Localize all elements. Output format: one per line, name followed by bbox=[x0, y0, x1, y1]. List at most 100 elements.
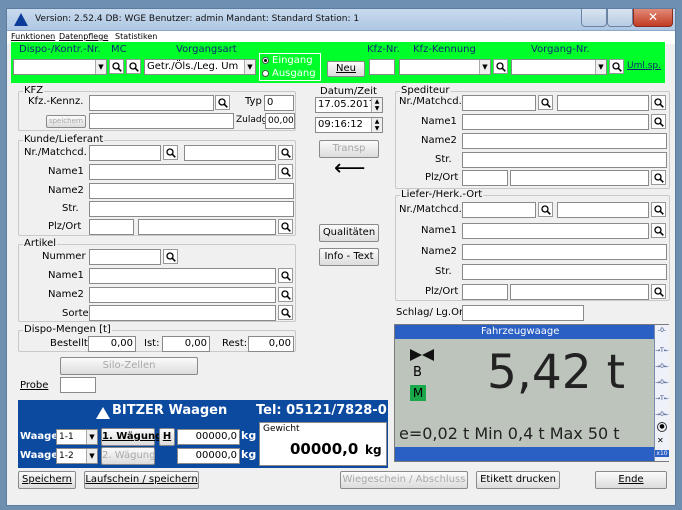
waage2-select[interactable]: 1-2 ▼ bbox=[56, 448, 98, 464]
search-icon[interactable] bbox=[278, 145, 293, 160]
spinner-icon[interactable]: ▲ ▼ bbox=[371, 118, 382, 132]
artikel-nummer-input[interactable] bbox=[89, 249, 161, 265]
liefer-match-input[interactable] bbox=[557, 202, 649, 218]
menu-statistiken[interactable]: Statistiken bbox=[115, 32, 157, 41]
ende-button[interactable]: Ende bbox=[595, 471, 667, 489]
info-text-button[interactable]: Info - Text bbox=[319, 248, 379, 266]
search-icon[interactable] bbox=[278, 305, 293, 320]
vorgangnr-select[interactable]: ▼ bbox=[511, 59, 607, 75]
minimize-button[interactable] bbox=[581, 9, 607, 27]
waegung2-button[interactable]: 2. Wägung bbox=[101, 447, 155, 465]
search-icon[interactable] bbox=[651, 284, 666, 299]
scale-title-bar: Fahrzeugwaage bbox=[395, 325, 654, 339]
sped-name1-input[interactable] bbox=[462, 114, 649, 130]
kfznr-input[interactable] bbox=[369, 59, 395, 75]
cancel-icon[interactable]: ✕ bbox=[657, 436, 664, 445]
search-icon[interactable] bbox=[278, 164, 293, 179]
kfz-kennz-input[interactable] bbox=[89, 95, 214, 111]
kunde-match-input[interactable] bbox=[184, 145, 276, 161]
time-input[interactable]: 09:16:12 ▲ ▼ bbox=[315, 117, 383, 133]
liefer-ort-input[interactable] bbox=[510, 284, 649, 300]
neu-button[interactable]: Neu bbox=[327, 61, 365, 77]
arrow-left-icon[interactable]: ⟵ bbox=[334, 158, 366, 180]
bestellt-value[interactable]: 0,00 bbox=[88, 336, 136, 352]
liefer-name1-input[interactable] bbox=[462, 223, 649, 239]
waegung1-button[interactable]: 1. Wägung bbox=[101, 428, 162, 446]
etikett-button[interactable]: Etikett drucken bbox=[476, 471, 560, 489]
umlsp-link[interactable]: Uml.sp. bbox=[627, 61, 661, 71]
wiegeschein-button[interactable]: Wiegeschein / Abschluss bbox=[340, 471, 468, 489]
close-button[interactable]: ✕ bbox=[633, 9, 673, 27]
search-icon[interactable] bbox=[538, 95, 553, 110]
laufschein-button[interactable]: Laufschein / speichern bbox=[84, 471, 199, 489]
zero-set-button-2[interactable]: →0← bbox=[655, 379, 669, 386]
search-icon[interactable] bbox=[538, 202, 553, 217]
search-icon[interactable] bbox=[651, 223, 666, 238]
search-icon[interactable] bbox=[278, 287, 293, 302]
ausgang-radio[interactable] bbox=[262, 70, 269, 77]
waage1-select[interactable]: 1-1 ▼ bbox=[56, 429, 98, 445]
liefer-nr-input[interactable] bbox=[462, 202, 536, 218]
kunde-name1-input[interactable] bbox=[89, 164, 276, 180]
schlag-input[interactable] bbox=[462, 305, 584, 321]
date-input[interactable]: 17.05.2017 ▲ ▼ bbox=[315, 97, 383, 113]
probe-label: Probe bbox=[20, 380, 49, 391]
search-icon[interactable] bbox=[215, 95, 230, 110]
sped-match-input[interactable] bbox=[557, 95, 649, 111]
sped-str-input[interactable] bbox=[462, 152, 667, 168]
search-icon[interactable] bbox=[651, 95, 666, 110]
typ-input[interactable]: 0 bbox=[264, 95, 294, 111]
search-icon[interactable] bbox=[278, 268, 293, 283]
search-icon[interactable] bbox=[109, 59, 124, 74]
silo-zellen-button[interactable]: Silo-Zellen bbox=[60, 357, 198, 375]
ist-value[interactable]: 0,00 bbox=[162, 336, 210, 352]
search-icon[interactable] bbox=[163, 249, 178, 264]
search-icon[interactable] bbox=[278, 219, 293, 234]
zero-set-button[interactable]: →0← bbox=[655, 363, 669, 370]
dispo-input[interactable]: ▼ bbox=[13, 59, 107, 75]
kunde-str-input[interactable] bbox=[89, 201, 294, 217]
zero-button[interactable]: -0- bbox=[655, 327, 669, 334]
spinner-icon[interactable]: ▲ ▼ bbox=[371, 98, 382, 112]
artikel-name2-input[interactable] bbox=[89, 287, 276, 303]
eingang-radio[interactable] bbox=[262, 57, 269, 64]
zuladg-input[interactable]: 00,00 bbox=[265, 113, 295, 129]
artikel-sorte-input[interactable] bbox=[89, 305, 276, 321]
hand-button[interactable]: H bbox=[159, 428, 175, 446]
menu-datenpflege[interactable]: Datenpflege bbox=[59, 32, 108, 41]
artikel-name1-input[interactable] bbox=[89, 268, 276, 284]
sped-nr-input[interactable] bbox=[462, 95, 536, 111]
tare-button-2[interactable]: →T← bbox=[655, 395, 669, 402]
zero-set-button-3[interactable]: →0← bbox=[655, 411, 669, 418]
search-icon[interactable] bbox=[651, 170, 666, 185]
rest-value[interactable]: 0,00 bbox=[248, 336, 294, 352]
menu-funktionen[interactable]: Funktionen bbox=[11, 32, 55, 41]
x10-button[interactable]: x10 bbox=[655, 450, 669, 457]
kfz-extra-input[interactable] bbox=[89, 113, 234, 129]
tare-button[interactable]: →T← bbox=[655, 347, 669, 354]
maximize-button[interactable] bbox=[607, 9, 633, 27]
kfz-speichern-button[interactable]: speichern bbox=[46, 115, 86, 128]
vorgangsart-select[interactable]: Getr./Öls./Leg. Um ▼ bbox=[144, 59, 256, 75]
search-icon[interactable] bbox=[651, 202, 666, 217]
kunde-nr-input[interactable] bbox=[89, 145, 161, 161]
search-icon[interactable] bbox=[609, 59, 624, 74]
kunde-ort-input[interactable] bbox=[138, 219, 276, 235]
sped-name2-input[interactable] bbox=[462, 133, 667, 149]
sped-plz-input[interactable] bbox=[462, 170, 508, 186]
liefer-name2-input[interactable] bbox=[462, 244, 667, 260]
search-icon[interactable] bbox=[126, 59, 141, 74]
kunde-name2-input[interactable] bbox=[89, 183, 294, 199]
search-icon[interactable] bbox=[163, 145, 178, 160]
qualitaeten-button[interactable]: Qualitäten bbox=[319, 224, 379, 242]
search-icon[interactable] bbox=[651, 114, 666, 129]
speichern-button[interactable]: Speichern bbox=[18, 471, 76, 489]
kfzkennung-select[interactable]: ▼ bbox=[399, 59, 491, 75]
print-icon[interactable]: ● bbox=[657, 422, 667, 432]
probe-input[interactable] bbox=[60, 377, 96, 393]
liefer-str-input[interactable] bbox=[462, 264, 667, 280]
kunde-plz-input[interactable] bbox=[89, 219, 134, 235]
search-icon[interactable] bbox=[493, 59, 508, 74]
liefer-plz-input[interactable] bbox=[462, 284, 508, 300]
sped-ort-input[interactable] bbox=[510, 170, 649, 186]
